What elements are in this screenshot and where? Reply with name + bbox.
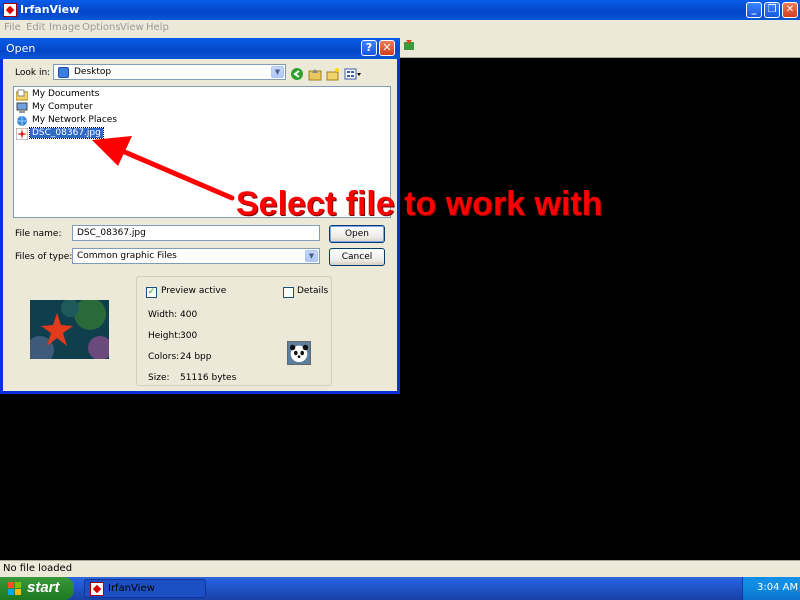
up-folder-icon[interactable] — [308, 67, 322, 81]
width-value: 400 — [180, 310, 198, 320]
back-icon[interactable] — [290, 67, 304, 81]
app-title: IrfanView — [20, 3, 80, 16]
close-button[interactable]: ✕ — [782, 2, 798, 18]
details-checkbox[interactable] — [283, 287, 294, 298]
chevron-down-icon[interactable]: ▼ — [305, 250, 318, 262]
new-folder-icon[interactable] — [326, 67, 340, 81]
menu-edit[interactable]: Edit — [26, 22, 45, 33]
look-in-select[interactable]: Desktop ▼ — [53, 64, 286, 80]
chevron-down-icon[interactable]: ▼ — [271, 66, 284, 78]
help-icon[interactable]: ? — [361, 40, 377, 56]
menu-file[interactable]: File — [4, 22, 21, 33]
menu-image[interactable]: Image — [49, 22, 80, 33]
toolbar-tool-icon[interactable] — [403, 39, 415, 51]
menu-view[interactable]: View — [120, 22, 144, 33]
start-button[interactable]: start — [0, 577, 74, 600]
desktop-icon — [58, 67, 69, 78]
image-file-icon — [16, 128, 28, 140]
dialog-title: Open — [6, 42, 36, 55]
statusbar: No file loaded — [0, 560, 800, 577]
taskbar: start IrfanView 3:04 AM — [0, 577, 800, 600]
look-in-label: Look in: — [15, 68, 51, 78]
file-name-field[interactable]: DSC_08367.jpg — [72, 225, 320, 241]
annotation-text: Select file to work with — [236, 185, 603, 223]
menubar: File Edit Image Options View Help — [0, 20, 800, 36]
files-of-type-value: Common graphic Files — [77, 251, 177, 261]
preview-panel: ✓ Preview active Details Width: 400 Heig… — [136, 276, 332, 386]
file-name-selected: DSC_08367.jpg — [29, 127, 104, 139]
height-value: 300 — [180, 331, 198, 341]
dialog-close-button[interactable]: ✕ — [379, 40, 395, 56]
menu-help[interactable]: Help — [146, 22, 169, 33]
image-preview-thumbnail — [30, 300, 109, 359]
file-name: My Computer — [32, 102, 93, 112]
irfanview-app-icon — [90, 582, 104, 596]
windows-logo-icon — [8, 582, 21, 595]
look-in-value: Desktop — [74, 67, 112, 77]
clock[interactable]: 3:04 AM — [757, 582, 798, 593]
start-label: start — [27, 579, 60, 596]
file-name: My Documents — [32, 89, 100, 99]
colors-value: 24 bpp — [180, 352, 212, 362]
computer-icon — [16, 102, 28, 113]
details-label: Details — [297, 286, 329, 296]
view-menu-icon[interactable] — [344, 67, 362, 81]
status-text: No file loaded — [3, 563, 73, 574]
folder-documents-icon — [16, 89, 28, 101]
minimize-button[interactable]: _ — [746, 2, 762, 18]
height-label: Height: — [148, 331, 181, 341]
irfanview-app-icon — [3, 3, 17, 17]
taskbar-item-irfanview[interactable]: IrfanView — [84, 579, 206, 598]
files-of-type-label: Files of type: — [15, 252, 73, 262]
files-of-type-select[interactable]: Common graphic Files ▼ — [72, 248, 320, 264]
file-name: My Network Places — [32, 115, 118, 125]
file-name-value: DSC_08367.jpg — [77, 228, 146, 238]
cancel-button[interactable]: Cancel — [329, 248, 385, 266]
preview-active-label: Preview active — [161, 286, 227, 296]
open-button[interactable]: Open — [329, 225, 385, 243]
size-label: Size: — [148, 373, 170, 383]
restore-button[interactable]: ❐ — [764, 2, 780, 18]
menu-options[interactable]: Options — [82, 22, 121, 33]
file-name-label: File name: — [15, 229, 62, 239]
system-tray: 3:04 AM — [742, 577, 800, 600]
panda-logo-icon — [287, 341, 311, 365]
app-titlebar: IrfanView _ ❐ ✕ — [0, 0, 800, 20]
taskbar-item-label: IrfanView — [108, 583, 155, 594]
colors-label: Colors: — [148, 352, 180, 362]
size-value: 51116 bytes — [180, 373, 237, 383]
dialog-titlebar: Open ? ✕ — [0, 38, 400, 59]
width-label: Width: — [148, 310, 178, 320]
network-places-icon — [17, 116, 27, 126]
preview-active-checkbox[interactable]: ✓ — [146, 287, 157, 298]
